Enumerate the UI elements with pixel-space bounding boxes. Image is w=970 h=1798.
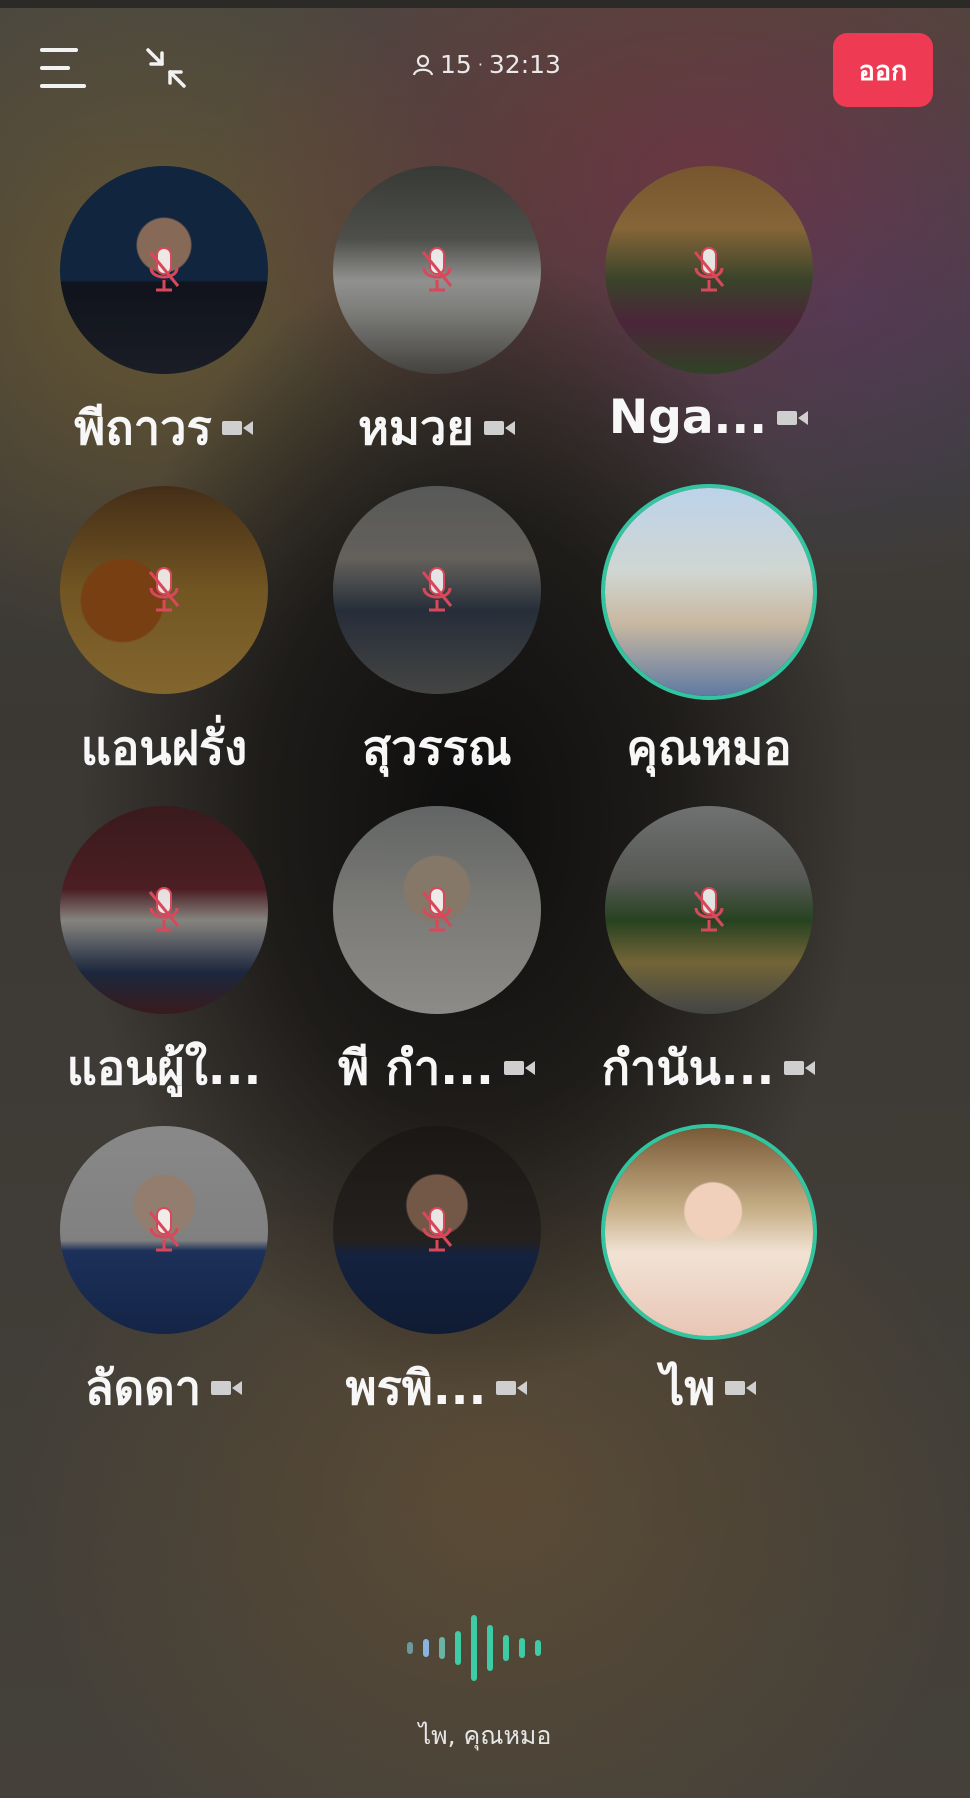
participant-tile[interactable]: พี กำ... — [287, 800, 587, 1100]
muted-mic-icon — [693, 887, 725, 932]
participant-name-text: ไพ — [660, 1361, 716, 1416]
call-info: 15 · 32:13 — [412, 50, 561, 79]
participant-avatar[interactable] — [60, 166, 268, 374]
muted-mic-icon — [421, 247, 453, 292]
participant-tile[interactable]: Nga... — [559, 160, 859, 460]
participant-name: กำนัน... — [559, 1030, 859, 1105]
participant-tile[interactable]: พีถาวร — [14, 160, 314, 460]
camera-icon — [211, 1380, 243, 1395]
voice-wave-icon — [407, 1615, 541, 1681]
participant-name: หมวย — [287, 390, 587, 465]
muted-mic-icon — [693, 247, 725, 292]
participant-count: 15 — [440, 50, 472, 79]
participant-tile[interactable]: คุณหมอ — [559, 480, 859, 780]
participant-avatar[interactable] — [333, 806, 541, 1014]
participant-tile[interactable]: สุวรรณ — [287, 480, 587, 780]
muted-mic-icon — [148, 247, 180, 292]
participant-name-text: หมวย — [358, 401, 474, 456]
participant-name: Nga... — [559, 390, 859, 445]
participant-name-text: แอนฝรั่ง — [80, 721, 248, 776]
muted-mic-icon — [148, 1207, 180, 1252]
participant-tile[interactable]: แอนผู้ใ... — [14, 800, 314, 1100]
participant-tile[interactable]: กำนัน... — [559, 800, 859, 1100]
camera-icon — [777, 410, 809, 425]
participant-name-text: สุวรรณ — [362, 721, 512, 776]
participant-name-text: กำนัน... — [601, 1041, 775, 1096]
participant-tile[interactable]: หมวย — [287, 160, 587, 460]
avatar-photo — [605, 488, 813, 696]
participant-name: พรพิ... — [287, 1350, 587, 1425]
participant-name: แอนผู้ใ... — [14, 1030, 314, 1105]
participant-name: ลัดดา — [14, 1350, 314, 1425]
participant-name: คุณหมอ — [559, 710, 859, 785]
participant-name-text: พรพิ... — [345, 1361, 487, 1416]
participant-tile[interactable]: แอนฝรั่ง — [14, 480, 314, 780]
participant-tile[interactable]: ลัดดา — [14, 1120, 314, 1420]
separator-dot: · — [477, 55, 483, 74]
participant-avatar[interactable] — [333, 1126, 541, 1334]
participant-tile[interactable]: ไพ — [559, 1120, 859, 1420]
participant-name-text: ลัดดา — [84, 1361, 202, 1416]
participant-name: สุวรรณ — [287, 710, 587, 785]
camera-icon — [503, 1060, 535, 1075]
participant-avatar[interactable] — [605, 806, 813, 1014]
collapse-icon — [146, 48, 186, 88]
participant-avatar[interactable] — [605, 1128, 813, 1336]
participant-name: แอนฝรั่ง — [14, 710, 314, 785]
participant-name-text: พี กำ... — [338, 1041, 494, 1096]
participant-tile[interactable]: พรพิ... — [287, 1120, 587, 1420]
participant-avatar[interactable] — [60, 806, 268, 1014]
camera-icon — [483, 420, 515, 435]
muted-mic-icon — [421, 567, 453, 612]
muted-mic-icon — [148, 567, 180, 612]
muted-mic-icon — [421, 887, 453, 932]
exit-button[interactable]: ออก — [833, 33, 933, 107]
muted-mic-icon — [421, 1207, 453, 1252]
participant-name: พี กำ... — [287, 1030, 587, 1105]
participant-name-text: คุณหมอ — [626, 721, 792, 776]
camera-icon — [496, 1380, 528, 1395]
participant-avatar[interactable] — [605, 166, 813, 374]
participant-avatar[interactable] — [60, 1126, 268, 1334]
participant-name: ไพ — [559, 1350, 859, 1425]
participant-avatar[interactable] — [333, 486, 541, 694]
muted-mic-icon — [148, 887, 180, 932]
camera-icon — [784, 1060, 816, 1075]
camera-icon — [725, 1380, 757, 1395]
participant-name-text: แอนผู้ใ... — [66, 1041, 262, 1096]
participant-avatar[interactable] — [605, 488, 813, 696]
call-header: 15 · 32:13 ออก — [0, 30, 970, 110]
active-speakers: ไพ, คุณหมอ — [418, 1721, 552, 1750]
participant-name-text: Nga... — [608, 390, 768, 445]
person-icon — [412, 54, 434, 75]
menu-icon-bar — [40, 66, 70, 70]
participant-name: พีถาวร — [14, 390, 314, 465]
avatar-photo — [605, 1128, 813, 1336]
participant-avatar[interactable] — [60, 486, 268, 694]
status-strip — [0, 0, 970, 8]
menu-button[interactable] — [40, 48, 86, 90]
collapse-button[interactable] — [142, 44, 190, 92]
participant-name-text: พีถาวร — [74, 401, 212, 456]
menu-icon — [40, 48, 78, 52]
participant-avatar[interactable] — [333, 166, 541, 374]
camera-icon — [221, 420, 253, 435]
call-duration: 32:13 — [488, 50, 561, 79]
menu-icon-bar — [40, 84, 86, 88]
